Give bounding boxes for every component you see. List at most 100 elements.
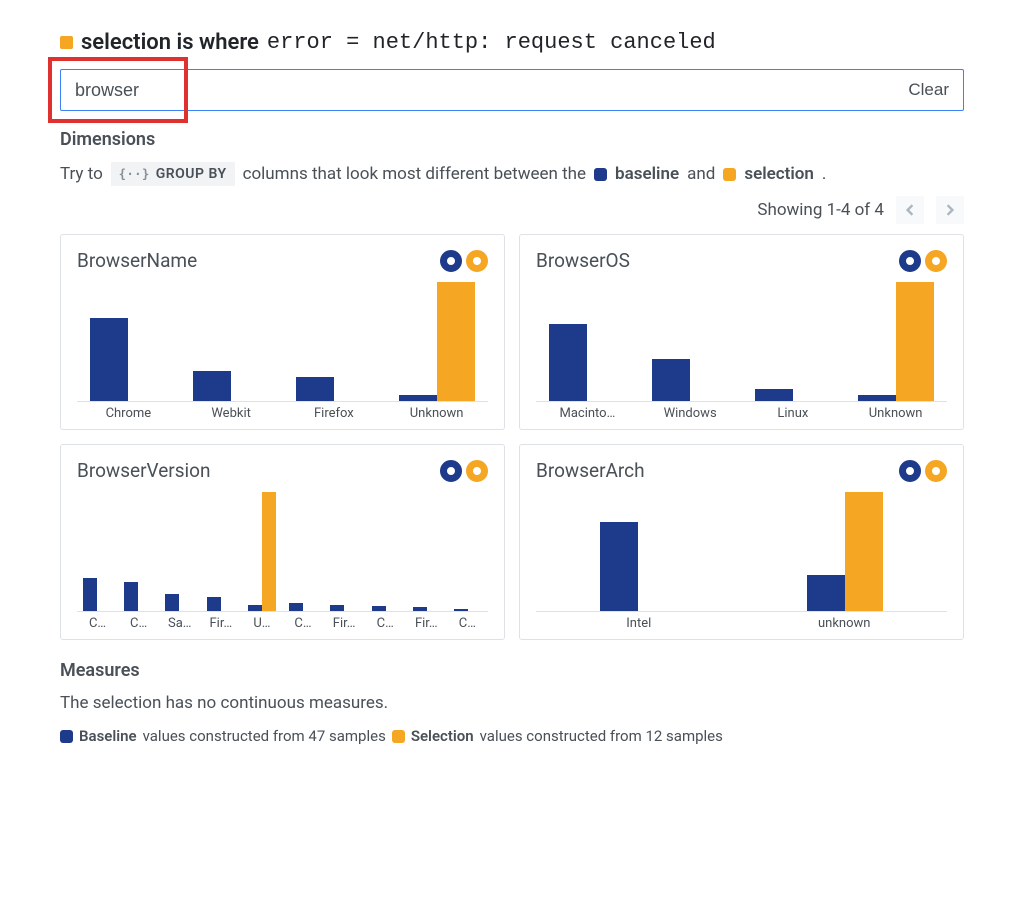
category-group [180,282,281,401]
bar-selection [896,282,934,401]
bar-baseline [413,607,427,611]
card-head: BrowserArch [536,459,947,482]
bar-baseline [399,395,437,401]
bar-baseline [296,377,334,401]
bar-baseline [549,324,587,401]
category-labels: C…C…Sa…Fir…U…C…Fir…C…Fir…C… [77,616,488,631]
footer-baseline-label: Baseline [79,727,137,745]
category-label: Fir… [406,616,447,631]
footer-selection-text: values constructed from 12 samples [480,727,723,745]
ring-baseline-icon[interactable] [899,460,921,482]
bar-baseline [193,371,231,401]
category-label: Unknown [385,406,488,421]
card-head: BrowserVersion [77,459,488,482]
dimensions-title: Dimensions [60,129,964,150]
category-group [407,492,446,611]
hint-text: Try to [60,164,103,184]
clear-button[interactable]: Clear [908,80,949,100]
footer-baseline-text: values constructed from 47 samples [143,727,386,745]
category-label: Linux [742,406,845,421]
chevron-right-icon [944,204,956,216]
braces-icon: {··} [119,167,150,181]
category-group [639,282,740,401]
chart-title: BrowserName [77,249,197,272]
error-code: error = net/http: request canceled [267,30,716,55]
bar-baseline [124,582,138,611]
samples-footer: Baseline values constructed from 47 samp… [60,727,964,745]
ring-baseline-icon[interactable] [440,460,462,482]
ring-selection-icon[interactable] [925,250,947,272]
hint-text: columns that look most different between… [243,164,586,184]
bar-baseline [600,522,638,611]
chevron-left-icon [904,204,916,216]
category-group [325,492,364,611]
category-group [201,492,240,611]
ring-selection-icon[interactable] [925,460,947,482]
category-label: Intel [536,616,742,631]
chart-area [77,492,488,612]
search-box[interactable]: Clear [60,69,964,111]
chart-area [536,282,947,402]
category-label: U… [241,616,282,631]
bar-selection [262,492,276,611]
chart-grid: BrowserNameChromeWebkitFirefoxUnknownBro… [60,234,964,640]
category-labels: Intelunknown [536,616,947,631]
chart-card[interactable]: BrowserOS Macinto…WindowsLinuxUnknown [519,234,964,430]
category-labels: Macinto…WindowsLinuxUnknown [536,406,947,421]
footer-selection-label: Selection [411,727,474,745]
ring-icons [440,460,488,482]
category-group [743,282,844,401]
search-wrap: Clear [60,69,964,111]
bar-baseline [330,605,344,611]
category-label: C… [77,616,118,631]
selection-label: selection is where [81,30,259,55]
groupby-chip[interactable]: {··} GROUP BY [111,162,235,186]
category-label: C… [118,616,159,631]
category-label: Firefox [283,406,386,421]
category-group [77,492,116,611]
bar-baseline [289,603,303,611]
bar-baseline [652,359,690,401]
bar-baseline [807,575,845,611]
bar-baseline [90,318,128,401]
chart-title: BrowserOS [536,249,630,272]
hint-text: and [687,164,715,184]
category-label: Sa… [159,616,200,631]
measures-title: Measures [60,660,964,681]
baseline-swatch-icon [594,168,607,181]
bar-baseline [83,578,97,611]
ring-baseline-icon[interactable] [899,250,921,272]
bar-baseline [207,597,221,611]
category-label: Webkit [180,406,283,421]
pager-next-button[interactable] [936,196,964,224]
chart-card[interactable]: BrowserArch Intelunknown [519,444,964,640]
chart-area [536,492,947,612]
card-head: BrowserOS [536,249,947,272]
ring-icons [899,460,947,482]
category-label: Unknown [844,406,947,421]
ring-baseline-icon[interactable] [440,250,462,272]
search-input[interactable] [75,70,908,110]
selection-label: selection [744,164,814,184]
baseline-label: baseline [615,164,679,184]
ring-selection-icon[interactable] [466,250,488,272]
pager: Showing 1-4 of 4 [60,196,964,224]
chart-card[interactable]: BrowserVersionC…C…Sa…Fir…U…C…Fir…C…Fir…C… [60,444,505,640]
bar-baseline [454,609,468,611]
category-label: C… [365,616,406,631]
chart-title: BrowserArch [536,459,645,482]
dimensions-hint: Try to {··} GROUP BY columns that look m… [60,162,964,186]
ring-selection-icon[interactable] [466,460,488,482]
category-group [536,282,637,401]
chart-card[interactable]: BrowserNameChromeWebkitFirefoxUnknown [60,234,505,430]
pager-prev-button[interactable] [896,196,924,224]
category-group [283,492,322,611]
category-group [846,282,947,401]
card-head: BrowserName [77,249,488,272]
selection-swatch-icon [60,36,73,49]
category-label: Macinto… [536,406,639,421]
selection-header: selection is where error = net/http: req… [60,30,964,55]
category-group [77,282,178,401]
measures-text: The selection has no continuous measures… [60,693,964,713]
category-label: C… [447,616,488,631]
